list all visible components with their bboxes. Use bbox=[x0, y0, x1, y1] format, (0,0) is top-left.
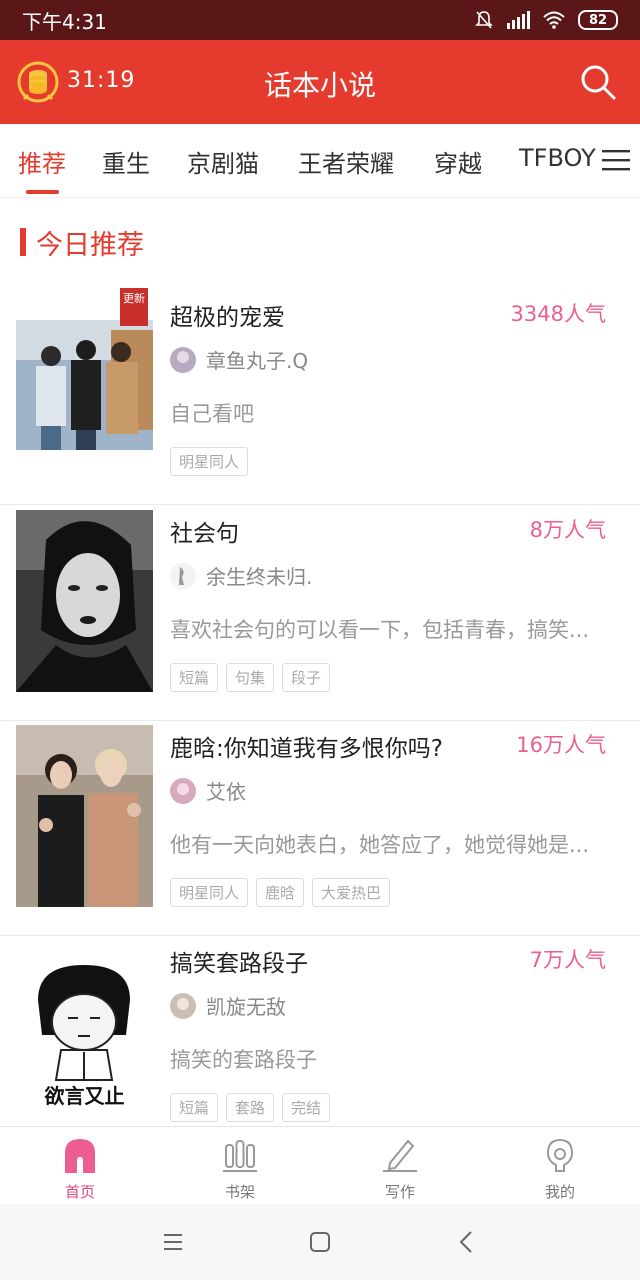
author-name: 章鱼丸子.Q bbox=[206, 349, 309, 373]
book-item[interactable]: 欲言又止 搞笑套路段子 7万人气 凯旋无敌 搞笑的套路段子 短篇 套路 完结 bbox=[0, 936, 640, 1151]
book-tag[interactable]: 句集 bbox=[226, 663, 275, 692]
home-icon bbox=[65, 1139, 95, 1173]
author-name: 余生终未归. bbox=[206, 565, 313, 589]
category-tabs: 推荐 重生 京剧猫 王者荣耀 穿越 TFBOY bbox=[0, 124, 640, 198]
back-icon[interactable] bbox=[452, 1227, 482, 1257]
book-item[interactable]: 更新 超极的宠爱 3348人气 章鱼丸子.Q 自己看吧 明星同人 bbox=[0, 288, 640, 505]
section-accent-bar bbox=[20, 228, 26, 256]
wifi-icon bbox=[543, 11, 565, 29]
book-description: 他有一天向她表白，她答应了，她觉得她是... bbox=[170, 833, 590, 857]
book-item[interactable]: 鹿晗:你知道我有多恨你吗? 16万人气 艾依 他有一天向她表白，她答应了，她觉得… bbox=[0, 721, 640, 936]
book-tag[interactable]: 大爱热巴 bbox=[312, 878, 391, 907]
search-icon[interactable] bbox=[578, 62, 618, 102]
system-nav-bar bbox=[0, 1204, 640, 1280]
recent-apps-icon[interactable] bbox=[158, 1227, 188, 1257]
book-tag[interactable]: 明星同人 bbox=[170, 447, 249, 476]
nav-label: 首页 bbox=[64, 1183, 95, 1201]
nav-home[interactable]: 首页 bbox=[0, 1127, 160, 1204]
tab-time-travel[interactable]: 穿越 bbox=[434, 144, 482, 179]
book-title[interactable]: 搞笑套路段子 bbox=[170, 944, 308, 978]
book-tags: 明星同人 bbox=[170, 447, 249, 476]
book-cover[interactable] bbox=[16, 320, 153, 502]
status-icons: 82 bbox=[474, 10, 618, 30]
book-popularity: 16万人气 bbox=[516, 733, 606, 757]
avatar bbox=[170, 346, 196, 373]
tab-king-glory[interactable]: 王者荣耀 bbox=[298, 144, 394, 179]
tab-opera-cat[interactable]: 京剧猫 bbox=[187, 144, 259, 179]
nav-label: 写作 bbox=[384, 1183, 415, 1201]
book-popularity: 3348人气 bbox=[510, 302, 606, 326]
update-badge: 更新 bbox=[120, 288, 148, 326]
author-row[interactable]: 章鱼丸子.Q bbox=[170, 345, 308, 374]
nav-write[interactable]: 写作 bbox=[320, 1127, 480, 1204]
book-tag[interactable]: 套路 bbox=[226, 1093, 275, 1122]
battery-indicator: 82 bbox=[578, 10, 618, 30]
book-title[interactable]: 超极的宠爱 bbox=[170, 298, 285, 332]
book-cover[interactable] bbox=[16, 725, 153, 907]
book-description: 自己看吧 bbox=[170, 402, 254, 426]
book-tag[interactable]: 短篇 bbox=[170, 1093, 219, 1122]
tab-tfboy[interactable]: TFBOY bbox=[519, 144, 596, 172]
author-row[interactable]: 余生终未归. bbox=[170, 561, 312, 590]
nav-label: 书架 bbox=[224, 1183, 255, 1201]
avatar bbox=[170, 777, 196, 804]
bottom-nav: 首页 书架 写作 我的 bbox=[0, 1126, 640, 1204]
book-tags: 短篇 句集 段子 bbox=[170, 663, 331, 692]
nav-profile[interactable]: 我的 bbox=[480, 1127, 640, 1204]
pencil-icon bbox=[383, 1139, 417, 1172]
author-row[interactable]: 凯旋无敌 bbox=[170, 991, 286, 1020]
book-tag[interactable]: 短篇 bbox=[170, 663, 219, 692]
active-tab-indicator bbox=[26, 190, 59, 194]
author-row[interactable]: 艾依 bbox=[170, 776, 246, 805]
tab-recommend[interactable]: 推荐 bbox=[18, 144, 66, 179]
book-description: 搞笑的套路段子 bbox=[170, 1048, 317, 1072]
section-header: 今日推荐 bbox=[20, 226, 144, 261]
book-description: 喜欢社会句的可以看一下，包括青春，搞笑... bbox=[170, 618, 590, 642]
book-popularity: 7万人气 bbox=[529, 948, 606, 972]
status-bar: 下午4:31 82 bbox=[0, 0, 640, 40]
nav-label: 我的 bbox=[544, 1183, 575, 1201]
author-name: 凯旋无敌 bbox=[206, 995, 286, 1019]
avatar bbox=[170, 562, 196, 589]
menu-icon[interactable] bbox=[602, 149, 630, 171]
book-title[interactable]: 鹿晗:你知道我有多恨你吗? bbox=[170, 729, 443, 763]
book-tags: 短篇 套路 完结 bbox=[170, 1093, 331, 1122]
book-item[interactable]: 社会句 8万人气 余生终未归. 喜欢社会句的可以看一下，包括青春，搞笑... 短… bbox=[0, 506, 640, 721]
tab-rebirth[interactable]: 重生 bbox=[102, 144, 150, 179]
app-header: 31:19 话本小说 bbox=[0, 40, 640, 124]
book-popularity: 8万人气 bbox=[529, 518, 606, 542]
nav-bookshelf[interactable]: 书架 bbox=[160, 1127, 320, 1204]
book-tag[interactable]: 明星同人 bbox=[170, 878, 249, 907]
book-cover[interactable] bbox=[16, 510, 153, 692]
book-tags: 明星同人 鹿晗 大爱热巴 bbox=[170, 878, 391, 907]
section-title: 今日推荐 bbox=[36, 229, 144, 261]
home-button-icon[interactable] bbox=[305, 1227, 335, 1257]
book-title[interactable]: 社会句 bbox=[170, 514, 239, 548]
profile-icon bbox=[546, 1138, 574, 1172]
book-cover[interactable]: 欲言又止 bbox=[16, 940, 153, 1122]
book-tag[interactable]: 段子 bbox=[282, 663, 331, 692]
cover-caption: 欲言又止 bbox=[44, 1084, 125, 1108]
bookshelf-icon bbox=[223, 1140, 257, 1172]
book-tag[interactable]: 鹿晗 bbox=[256, 878, 305, 907]
signal-icon bbox=[507, 11, 530, 29]
avatar bbox=[170, 992, 196, 1019]
app-title: 话本小说 bbox=[263, 69, 376, 102]
author-name: 艾依 bbox=[206, 780, 246, 804]
status-time: 下午4:31 bbox=[22, 9, 107, 34]
book-tag[interactable]: 完结 bbox=[282, 1093, 331, 1122]
mute-bell-icon bbox=[475, 11, 493, 29]
